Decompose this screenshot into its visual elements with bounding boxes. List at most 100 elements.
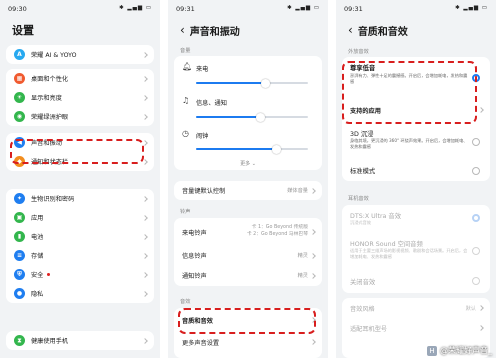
settings-item-eye-care[interactable]: ◉ 荣耀绿洲护眼 xyxy=(6,107,154,126)
earphone-model-row: 适配耳机型号 xyxy=(342,318,490,338)
chevron-right-icon xyxy=(142,113,148,120)
section-volume: 音量 xyxy=(180,48,191,54)
volume-key-value: 媒体音量 xyxy=(287,188,308,194)
effects-off-radio xyxy=(472,277,480,285)
apps-icon: ▣ xyxy=(14,212,25,223)
slider-fill xyxy=(196,148,277,150)
chevron-right-icon xyxy=(142,252,148,259)
privacy-icon: ● xyxy=(14,288,25,299)
honor-sound-desc: 适用于主要三维声场的影视视频、歌剧和会话场景。开启后，会增加耗电、发热和震感 xyxy=(350,248,468,259)
volume-key-card: 音量键默认控制 媒体音量 xyxy=(174,181,322,200)
chevron-right-icon xyxy=(142,233,148,240)
ai-yoyo-icon: A xyxy=(14,49,25,60)
settings-item-label: 健康使用手机 xyxy=(31,338,69,345)
settings-item-security[interactable]: ⛨ 安全 xyxy=(6,265,154,284)
alarm-volume-slider[interactable] xyxy=(196,144,308,154)
status-time: 09:30 xyxy=(8,5,27,13)
settings-item-display[interactable]: ☀ 显示和亮度 xyxy=(6,88,154,107)
settings-item-privacy[interactable]: ● 隐私 xyxy=(6,284,154,303)
honor-sound-radio xyxy=(472,247,480,255)
settings-screen: 09:30 ✱ ▂▄▆ ▭ 设置 A 荣耀 AI & YOYO ▦ 桌面和个性化… xyxy=(0,0,160,358)
page-title: 音质和音效 xyxy=(357,26,408,38)
immersive-3d-desc: 身临其境，更沉浸的 360° 环绕声效果。开启后，会增加耗电、发热和震感 xyxy=(350,138,468,149)
settings-group-ai: A 荣耀 AI & YOYO xyxy=(6,45,154,64)
slider-knob[interactable] xyxy=(256,112,266,122)
settings-item-ai-yoyo[interactable]: A 荣耀 AI & YOYO xyxy=(6,45,154,64)
status-time: 09:31 xyxy=(176,5,195,13)
notify-volume-slider[interactable] xyxy=(196,112,308,122)
settings-item-biometrics[interactable]: ✦ 生物识别和密码 xyxy=(6,189,154,208)
status-bar: 09:30 ✱ ▂▄▆ ▭ xyxy=(0,0,160,16)
notify-volume-label: 信息、通知 xyxy=(196,100,227,107)
ringtone-card1: 卡 1：Go Beyond 传统版 xyxy=(251,225,308,230)
immersive-3d-title: 3D 沉浸 xyxy=(350,131,374,138)
settings-group-health: ⧗ 健康使用手机 xyxy=(6,331,154,350)
chevron-right-icon xyxy=(142,195,148,202)
ring-volume-slider[interactable] xyxy=(196,78,308,88)
chevron-right-icon xyxy=(142,75,148,82)
status-icons: ✱ ▂▄▆ ▭ xyxy=(455,5,488,11)
status-bar: 09:31 ✱ ▂▄▆ ▭ xyxy=(336,0,496,16)
effects-off-title: 关闭音效 xyxy=(350,279,376,286)
dtsx-radio xyxy=(472,214,480,222)
ring-volume-label: 来电 xyxy=(196,66,209,73)
bell-icon: 🔔︎ xyxy=(182,62,193,71)
chevron-right-icon xyxy=(142,214,148,221)
standard-mode-title: 标准模式 xyxy=(350,168,376,175)
red-dot-badge xyxy=(47,273,51,276)
option-standard[interactable]: 标准模式 xyxy=(342,161,490,181)
settings-item-desktop[interactable]: ▦ 桌面和个性化 xyxy=(6,69,154,88)
earphone-model-label: 适配耳机型号 xyxy=(350,325,388,333)
settings-item-label: 生物识别和密码 xyxy=(31,196,75,203)
more-label: 更多 xyxy=(240,161,251,167)
slider-knob[interactable] xyxy=(272,144,282,154)
back-arrow-icon[interactable]: ‹ xyxy=(348,23,353,37)
chevron-right-icon xyxy=(142,337,148,344)
settings-item-label: 安全 xyxy=(31,272,44,279)
immersive-3d-radio[interactable] xyxy=(472,138,480,146)
ringtone-card: 来电铃声 卡 1：Go Beyond 传统版 卡 2：Go Beyond 马林巴… xyxy=(174,218,322,286)
option-3d-immersive[interactable]: 3D 沉浸 身临其境，更沉浸的 360° 环绕声效果。开启后，会增加耗电、发热和… xyxy=(342,123,490,158)
message-tone-row[interactable]: 信息铃声 精灵 xyxy=(174,246,322,265)
page-header: ‹ 音质和音效 xyxy=(336,20,496,40)
volume-key-row[interactable]: 音量键默认控制 媒体音量 xyxy=(174,181,322,200)
standard-mode-radio[interactable] xyxy=(472,167,480,175)
volume-key-label: 音量键默认控制 xyxy=(182,188,226,195)
honor-sound-title: HONOR Sound 空间音频 xyxy=(350,241,423,248)
settings-item-storage[interactable]: ≡ 存储 xyxy=(6,246,154,265)
shield-icon: ⛨ xyxy=(14,269,25,280)
settings-item-label: 显示和亮度 xyxy=(31,95,62,102)
settings-item-apps[interactable]: ▣ 应用 xyxy=(6,208,154,227)
settings-item-label: 存储 xyxy=(31,253,44,260)
status-time: 09:31 xyxy=(344,5,363,13)
settings-item-battery[interactable]: ▮ 电池 xyxy=(6,227,154,246)
back-arrow-icon[interactable]: ‹ xyxy=(180,23,185,37)
incoming-ringtone-row[interactable]: 来电铃声 卡 1：Go Beyond 传统版 卡 2：Go Beyond 马林巴… xyxy=(174,218,322,246)
settings-group-display: ▦ 桌面和个性化 ☀ 显示和亮度 ◉ 荣耀绿洲护眼 xyxy=(6,69,154,126)
message-tone-value: 精灵 xyxy=(297,253,308,259)
slider-knob[interactable] xyxy=(260,78,270,88)
settings-item-label: 应用 xyxy=(31,215,44,222)
option-dtsx: DTS:X Ultra 音效 沉浸式音效 xyxy=(342,205,490,231)
option-honor-sound: HONOR Sound 空间音频 适用于主要三维声场的影视视频、歌剧和会话场景。… xyxy=(342,233,490,269)
more-volume-link[interactable]: 更多 ⌄ xyxy=(174,160,322,167)
more-sound-settings-label: 更多声音设置 xyxy=(182,339,220,347)
chevron-right-icon xyxy=(310,272,316,279)
earphone-effects-card: DTS:X Ultra 音效 沉浸式音效 HONOR Sound 空间音频 适用… xyxy=(342,205,490,293)
dtsx-desc: 沉浸式音效 xyxy=(350,220,371,225)
chevron-right-icon xyxy=(478,325,484,331)
notification-tone-row[interactable]: 通知铃声 精灵 xyxy=(174,265,322,286)
highlight-sound-item xyxy=(10,139,144,164)
effect-style-value: 默认 xyxy=(465,305,476,312)
alarm-volume-label: 闹钟 xyxy=(196,133,209,140)
section-ringtone: 铃声 xyxy=(180,209,191,215)
alarm-clock-icon: ◷ xyxy=(182,129,189,138)
more-sound-settings-row[interactable]: 更多声音设置 xyxy=(174,332,322,352)
watermark: H @荣耀好声音_ xyxy=(427,345,492,356)
notification-tone-label: 通知铃声 xyxy=(182,273,207,280)
chevron-right-icon xyxy=(310,252,316,259)
chevron-right-icon xyxy=(310,229,316,235)
settings-item-digital-balance[interactable]: ⧗ 健康使用手机 xyxy=(6,331,154,350)
effect-style-label: 音效风格 xyxy=(350,305,375,313)
dtsx-title: DTS:X Ultra 音效 xyxy=(350,213,401,220)
